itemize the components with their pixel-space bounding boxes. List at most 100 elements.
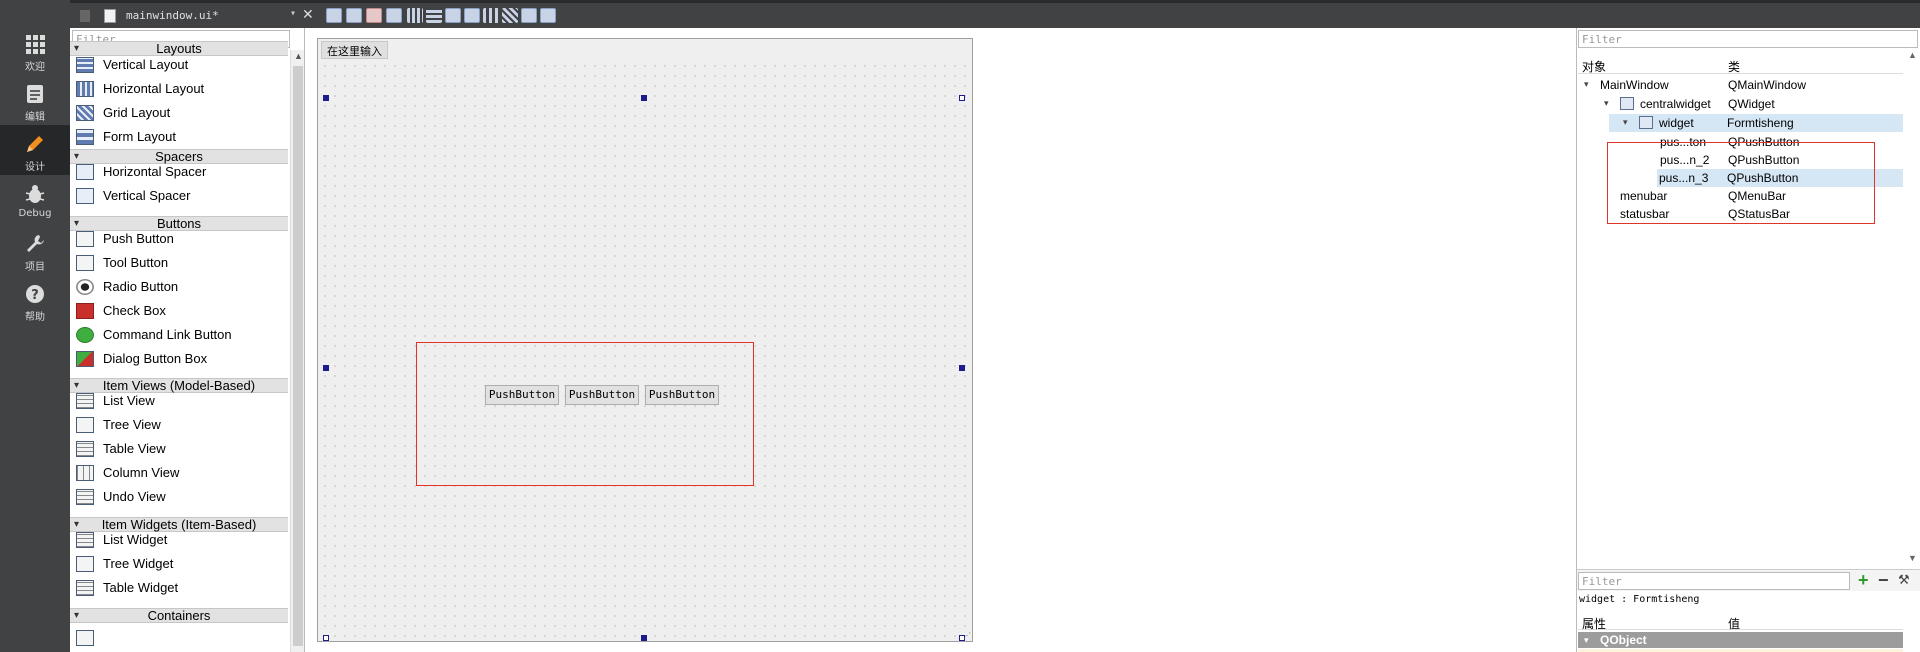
selection-handle[interactable] — [959, 365, 965, 371]
object-inspector-header: 对象 类 — [1578, 56, 1903, 74]
widget-column-view[interactable]: Column View — [70, 461, 288, 485]
selection-handle[interactable] — [323, 365, 329, 371]
lock-icon — [80, 10, 90, 22]
widget-form-layout[interactable]: Form Layout — [70, 125, 288, 149]
widget-label: Push Button — [103, 231, 174, 246]
file-name: mainwindow.ui* — [126, 9, 219, 22]
push-button-2[interactable]: PushButton — [565, 385, 639, 405]
selection-handle[interactable] — [323, 95, 329, 101]
widget-tree-view[interactable]: Tree View — [70, 413, 288, 437]
object-filter-input[interactable]: Filter — [1578, 30, 1918, 48]
widget-box-scrollbar[interactable]: ▲ — [290, 50, 304, 652]
widget-radio-button[interactable]: Radio Button — [70, 275, 288, 299]
svg-text:?: ? — [31, 288, 39, 303]
scroll-up-icon[interactable]: ▲ — [294, 51, 303, 61]
widget-list-widget[interactable]: List Widget — [70, 528, 288, 552]
tree-row-mainwindow[interactable]: ▾ MainWindow QMainWindow — [1578, 76, 1903, 94]
widget-vertical-layout[interactable]: Vertical Layout — [70, 53, 288, 77]
widget-undo-view[interactable]: Undo View — [70, 485, 288, 509]
mode-debug[interactable]: Debug — [0, 175, 70, 225]
edit-tab-order-icon[interactable] — [386, 8, 402, 23]
layout-vertical-icon[interactable] — [426, 8, 442, 23]
scrollbar-thumb[interactable] — [293, 66, 303, 646]
widget-label: Tool Button — [103, 255, 169, 270]
push-button-3[interactable]: PushButton — [645, 385, 719, 405]
object-inspector-panel: Filter ▲ ▼ 对象 类 ▾ MainWindow QMainWindow… — [1576, 28, 1920, 652]
column-header-value: 值 — [1728, 617, 1741, 631]
main-window-form[interactable]: 在这里输入 PushButton PushButton PushButton ⋰ — [317, 38, 973, 642]
chevron-down-icon[interactable]: ▾ — [290, 8, 296, 19]
widget-horizontal-spacer[interactable]: Horizontal Spacer — [70, 160, 288, 184]
expand-arrow-icon[interactable]: ▾ — [1604, 98, 1609, 109]
scroll-up-icon[interactable]: ▲ — [1908, 50, 1917, 60]
widget-table-view[interactable]: Table View — [70, 437, 288, 461]
bug-icon — [25, 185, 45, 203]
qt-designer-window: 欢迎 编辑 设计 Debug 项目 ? 帮助 mainwindow.ui* ▾ … — [0, 0, 1920, 652]
widget-grid-layout[interactable]: Grid Layout — [70, 101, 288, 125]
expand-arrow-icon[interactable]: ▾ — [1584, 79, 1589, 90]
mode-edit[interactable]: 编辑 — [0, 75, 70, 125]
configure-wrench-icon[interactable]: ⚒ — [1898, 572, 1910, 588]
undo-view-icon — [76, 489, 94, 505]
remove-dynamic-property-icon[interactable]: − — [1878, 570, 1889, 591]
layout-h-splitter-icon[interactable] — [445, 8, 461, 23]
layout-grid-icon[interactable] — [502, 8, 518, 23]
edit-buddies-icon[interactable] — [366, 8, 382, 23]
widget-check-box[interactable]: Check Box — [70, 299, 288, 323]
selection-handle[interactable] — [323, 635, 329, 641]
group-box-icon — [76, 630, 94, 646]
widget-table-widget[interactable]: Table Widget — [70, 576, 288, 600]
tree-row-centralwidget[interactable]: ▾ centralwidget QWidget — [1578, 95, 1903, 113]
widget-label: List View — [103, 393, 155, 408]
object-inspector-scrollbar[interactable]: ▲ ▼ — [1905, 48, 1919, 568]
mode-help[interactable]: ? 帮助 — [0, 275, 70, 325]
column-header-property: 属性 — [1582, 617, 1607, 631]
collapse-icon[interactable]: ▾ — [1584, 635, 1589, 646]
edit-widgets-icon[interactable] — [326, 8, 342, 23]
widget-label: Horizontal Spacer — [103, 164, 207, 179]
widget-list-view[interactable]: List View — [70, 389, 288, 413]
expand-arrow-icon[interactable]: ▾ — [1623, 117, 1628, 128]
widget-horizontal-layout[interactable]: Horizontal Layout — [70, 77, 288, 101]
custom-widget-highlight[interactable]: PushButton PushButton PushButton — [416, 342, 754, 486]
layout-form-icon[interactable] — [483, 8, 499, 23]
layout-horizontal-icon[interactable] — [407, 8, 423, 23]
widget-command-link-button[interactable]: Command Link Button — [70, 323, 288, 347]
widget-label: Undo View — [103, 489, 166, 504]
property-section-qobject[interactable]: ▾ QObject — [1578, 632, 1903, 648]
mode-design[interactable]: 设计 — [0, 125, 70, 175]
tree-row-widget[interactable]: ▾ widget Formtisheng — [1609, 114, 1903, 132]
layout-v-splitter-icon[interactable] — [464, 8, 480, 23]
selection-handle[interactable] — [641, 635, 647, 641]
widget-push-button[interactable]: Push Button — [70, 227, 288, 251]
widget-tool-button[interactable]: Tool Button — [70, 251, 288, 275]
scroll-down-icon[interactable]: ▼ — [1908, 553, 1917, 563]
selection-handle[interactable] — [959, 95, 965, 101]
column-header-object: 对象 — [1582, 60, 1607, 74]
mode-projects[interactable]: 项目 — [0, 225, 70, 275]
category-label: Containers — [147, 608, 211, 623]
list-view-icon — [76, 393, 94, 409]
close-document-button[interactable]: ✕ — [302, 6, 314, 23]
mode-label: Debug — [18, 208, 52, 219]
widget-vertical-spacer[interactable]: Vertical Spacer — [70, 184, 288, 208]
break-layout-icon[interactable] — [521, 8, 537, 23]
widget-dialog-button-box[interactable]: Dialog Button Box — [70, 347, 288, 371]
open-file-selector[interactable]: mainwindow.ui* ▾ — [76, 6, 301, 26]
edit-signals-slots-icon[interactable] — [346, 8, 362, 23]
size-grip-icon[interactable]: ⋰ — [963, 631, 971, 640]
property-filter-input[interactable]: Filter — [1578, 572, 1850, 590]
mode-welcome[interactable]: 欢迎 — [0, 25, 70, 75]
add-dynamic-property-icon[interactable]: + — [1858, 570, 1869, 591]
table-widget-icon — [76, 580, 94, 596]
property-toolbar: Filter + − ⚒ — [1577, 569, 1920, 591]
widget-label: Command Link Button — [103, 327, 232, 342]
menu-type-here[interactable]: 在这里输入 — [321, 41, 388, 59]
category-containers[interactable]: ▾ Containers — [70, 608, 288, 623]
widget-tree-widget[interactable]: Tree Widget — [70, 552, 288, 576]
adjust-size-icon[interactable] — [540, 8, 556, 23]
push-button-1[interactable]: PushButton — [485, 385, 559, 405]
widget-group-box-partial[interactable] — [70, 626, 288, 650]
selection-handle[interactable] — [641, 95, 647, 101]
widget-label: Dialog Button Box — [103, 351, 208, 366]
